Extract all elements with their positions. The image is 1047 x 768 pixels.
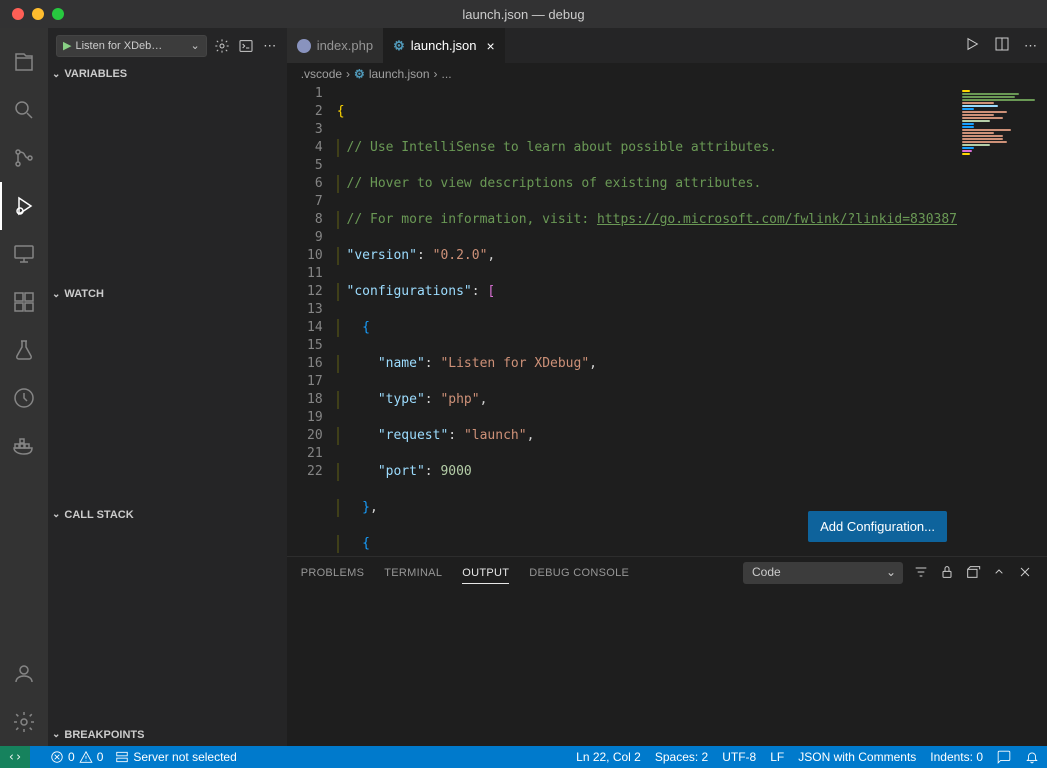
panel-tab-debug-console[interactable]: DEBUG CONSOLE [529,563,629,583]
tab-launch-json[interactable]: ⚙ launch.json × [383,28,505,63]
close-tab-icon[interactable]: × [487,38,495,54]
source-control-icon[interactable] [0,134,48,182]
timeline-icon[interactable] [0,374,48,422]
settings-gear-icon[interactable] [0,698,48,746]
chevron-down-icon: ⌄ [190,39,199,52]
notifications-icon[interactable] [1025,750,1039,764]
more-actions-icon[interactable]: ⋯ [1024,38,1037,54]
panel-tab-problems[interactable]: PROBLEMS [301,563,365,583]
encoding[interactable]: UTF-8 [722,750,756,764]
gear-icon[interactable] [213,37,231,55]
chevron-down-icon: ⌄ [52,69,60,80]
breakpoints-section[interactable]: ⌄BREAKPOINTS [48,724,287,746]
close-window-button[interactable] [12,8,24,20]
remote-explorer-icon[interactable] [0,230,48,278]
add-configuration-button[interactable]: Add Configuration... [808,511,947,542]
editor-tabs: index.php ⚙ launch.json × ⋯ [287,28,1047,63]
code-editor[interactable]: 12345678910111213141516171819202122 { //… [287,85,1047,556]
window-title: launch.json — debug [462,7,584,22]
chevron-down-icon: ⌄ [52,729,60,740]
search-icon[interactable] [0,86,48,134]
activity-bar [0,28,48,746]
minimap[interactable] [957,85,1047,556]
panel: PROBLEMS TERMINAL OUTPUT DEBUG CONSOLE C… [287,556,1047,746]
close-panel-icon[interactable] [1017,564,1033,583]
output-channel-select[interactable]: Code [743,562,903,584]
remote-indicator[interactable] [0,746,30,768]
filter-icon[interactable] [913,564,929,583]
php-file-icon [297,39,311,53]
window-controls [0,8,64,20]
language-mode[interactable]: JSON with Comments [798,750,916,764]
debug-sidebar: ▶ Listen for XDeb… ⌄ ⋯ ⌄VARIABLES ⌄WATCH… [48,28,287,746]
breadcrumb[interactable]: .vscode › ⚙ launch.json › ... [287,63,1047,85]
indentation[interactable]: Spaces: 2 [655,750,708,764]
panel-tab-terminal[interactable]: TERMINAL [384,563,442,583]
maximize-window-button[interactable] [52,8,64,20]
json-file-icon: ⚙ [354,67,365,81]
run-icon[interactable] [964,36,980,55]
debug-config-label: Listen for XDeb… [75,40,162,52]
clear-icon[interactable] [965,564,981,583]
accounts-icon[interactable] [0,650,48,698]
tab-index-php[interactable]: index.php [287,28,383,63]
eol[interactable]: LF [770,750,784,764]
server-status[interactable]: Server not selected [115,750,236,764]
line-numbers: 12345678910111213141516171819202122 [287,85,337,556]
watch-section[interactable]: ⌄WATCH [48,283,287,305]
testing-icon[interactable] [0,326,48,374]
lock-icon[interactable] [939,564,955,583]
json-file-icon: ⚙ [393,38,405,54]
more-icon[interactable]: ⋯ [261,37,279,55]
docker-icon[interactable] [0,422,48,470]
debug-console-icon[interactable] [237,37,255,55]
title-bar: launch.json — debug [0,0,1047,28]
indents[interactable]: Indents: 0 [930,750,983,764]
play-icon: ▶ [63,39,71,52]
split-editor-icon[interactable] [994,36,1010,55]
minimize-window-button[interactable] [32,8,44,20]
feedback-icon[interactable] [997,750,1011,764]
variables-section[interactable]: ⌄VARIABLES [48,63,287,85]
callstack-section[interactable]: ⌄CALL STACK [48,504,287,526]
chevron-down-icon: ⌄ [52,289,60,300]
panel-tab-output[interactable]: OUTPUT [462,563,509,584]
debug-config-dropdown[interactable]: ▶ Listen for XDeb… ⌄ [56,35,207,57]
run-debug-icon[interactable] [0,182,48,230]
status-bar: 0 0 Server not selected Ln 22, Col 2 Spa… [0,746,1047,768]
chevron-down-icon: ⌄ [52,509,60,520]
errors-warnings[interactable]: 0 0 [50,750,103,764]
expand-panel-icon[interactable] [991,564,1007,583]
cursor-position[interactable]: Ln 22, Col 2 [576,750,641,764]
explorer-icon[interactable] [0,38,48,86]
extensions-icon[interactable] [0,278,48,326]
